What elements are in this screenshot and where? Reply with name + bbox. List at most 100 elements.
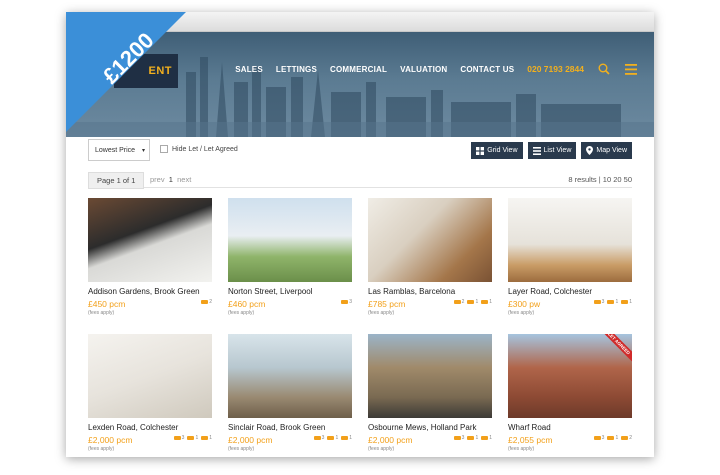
bed-count: 2: [453, 299, 464, 305]
grid-icon: [476, 146, 485, 155]
bed-icon: [593, 436, 601, 440]
site-logo[interactable]: ENT: [114, 54, 178, 88]
bed-count: 3: [313, 435, 324, 441]
listing-title[interactable]: Addison Gardens, Brook Green: [88, 287, 212, 296]
listing-photo[interactable]: [228, 198, 352, 282]
listing-card[interactable]: Lexden Road, Colchester £2,000 pcm (fees a…: [88, 334, 212, 456]
grid-view-label: Grid View: [487, 147, 518, 154]
page-nav: prev 1 next: [150, 175, 191, 184]
fees-note: (fees apply): [228, 310, 255, 316]
site-header: ENT SALES LETTINGS COMMERCIAL VALUATION …: [66, 32, 654, 137]
listing-title[interactable]: Lexden Road, Colchester: [88, 423, 212, 432]
listing-card[interactable]: LET AGREED Wharf Road £2,055 pcm (fees appl…: [508, 334, 632, 456]
bath-count: 1: [327, 435, 338, 441]
listing-title[interactable]: Las Ramblas, Barcelona: [368, 287, 492, 296]
bed-count: 3: [341, 299, 352, 305]
listing-title[interactable]: Norton Street, Liverpool: [228, 287, 352, 296]
listing-photo[interactable]: [88, 334, 212, 418]
prev-link[interactable]: prev: [150, 175, 165, 184]
bed-count: 3: [593, 435, 604, 441]
nav-sales[interactable]: SALES: [235, 65, 263, 74]
reception-icon: [621, 300, 629, 304]
next-link[interactable]: next: [177, 175, 191, 184]
reception-count: 1: [481, 435, 492, 441]
listing-photo[interactable]: [368, 334, 492, 418]
nav-lettings[interactable]: LETTINGS: [276, 65, 317, 74]
bed-icon: [341, 300, 349, 304]
search-icon[interactable]: [597, 62, 611, 76]
fees-note: (fees apply): [368, 310, 395, 316]
listings-grid: Addison Gardens, Brook Green £450 pcm (fee…: [88, 198, 634, 456]
bath-count: 1: [187, 435, 198, 441]
listing-photo[interactable]: [228, 334, 352, 418]
listing-card[interactable]: Norton Street, Liverpool £460 pcm (fees ap…: [228, 198, 352, 320]
reception-count: 1: [621, 299, 632, 305]
hide-let-checkbox[interactable]: Hide Let / Let Agreed: [160, 145, 238, 153]
map-pin-icon: [586, 146, 594, 155]
list-view-button[interactable]: List View: [527, 142, 577, 159]
listing-features: 311: [173, 435, 212, 441]
bed-count: 2: [201, 299, 212, 305]
list-icon: [532, 146, 541, 155]
fees-note: (fees apply): [88, 446, 115, 452]
filter-bar: Lowest Price ▾ Hide Let / Let Agreed Grid…: [88, 139, 632, 161]
reception-icon: [201, 436, 209, 440]
listing-title[interactable]: Layer Road, Colchester: [508, 287, 632, 296]
map-view-button[interactable]: Map View: [581, 142, 632, 159]
reception-icon: [481, 300, 489, 304]
let-agreed-badge: LET AGREED: [597, 334, 632, 366]
logo-text: ENT: [148, 65, 172, 77]
main-nav: SALES LETTINGS COMMERCIAL VALUATION CONT…: [235, 62, 638, 76]
reception-count: 1: [341, 435, 352, 441]
listing-title[interactable]: Wharf Road: [508, 423, 632, 432]
list-view-label: List View: [543, 147, 572, 154]
listing-features: 311: [313, 435, 352, 441]
page-info: Page 1 of 1: [88, 172, 145, 189]
menu-icon[interactable]: [624, 62, 638, 76]
nav-contact-us[interactable]: CONTACT US: [460, 65, 514, 74]
fees-note: (fees apply): [228, 446, 255, 452]
listing-card[interactable]: Addison Gardens, Brook Green £450 pcm (fee…: [88, 198, 212, 320]
fees-note: (fees apply): [88, 310, 115, 316]
results-text: 8 results: [568, 175, 597, 184]
bath-icon: [327, 436, 335, 440]
view-switcher: Grid View List View Map View: [471, 142, 632, 159]
listing-features: 3: [341, 299, 352, 305]
listing-card[interactable]: Sinclair Road, Brook Green £2,000 pcm (fee…: [228, 334, 352, 456]
listing-photo[interactable]: [88, 198, 212, 282]
reception-count: 1: [201, 435, 212, 441]
bed-icon: [173, 436, 181, 440]
fees-note: (fees apply): [508, 310, 535, 316]
listing-card[interactable]: Osbourne Mews, Holland Park £2,000 pcm (fe…: [368, 334, 492, 456]
sort-select[interactable]: Lowest Price ▾: [88, 139, 150, 161]
reception-count: 1: [481, 299, 492, 305]
listing-card[interactable]: Las Ramblas, Barcelona £785 pcm (fees appl…: [368, 198, 492, 320]
bed-icon: [201, 300, 209, 304]
bath-count: 1: [467, 299, 478, 305]
listing-title[interactable]: Sinclair Road, Brook Green: [228, 423, 352, 432]
bed-count: 3: [173, 435, 184, 441]
listing-features: 311: [453, 435, 492, 441]
listing-photo[interactable]: LET AGREED: [508, 334, 632, 418]
phone-number[interactable]: 020 7193 2844: [527, 64, 584, 74]
bath-count: 1: [467, 435, 478, 441]
per-page-options[interactable]: 10 20 50: [603, 175, 632, 184]
bed-icon: [313, 436, 321, 440]
fees-note: (fees apply): [368, 446, 395, 452]
bath-icon: [467, 436, 475, 440]
listing-photo[interactable]: [508, 198, 632, 282]
listing-photo[interactable]: [368, 198, 492, 282]
page-1-link[interactable]: 1: [169, 175, 173, 184]
listing-features: 211: [453, 299, 492, 305]
listing-card[interactable]: Layer Road, Colchester £300 pw (fees apply…: [508, 198, 632, 320]
grid-view-button[interactable]: Grid View: [471, 142, 523, 159]
listing-title[interactable]: Osbourne Mews, Holland Park: [368, 423, 492, 432]
bed-icon: [453, 436, 461, 440]
bed-icon: [593, 300, 601, 304]
bed-count: 3: [453, 435, 464, 441]
listing-price: £460 pcm: [228, 299, 266, 309]
map-view-label: Map View: [596, 147, 627, 154]
checkbox-box[interactable]: [160, 145, 168, 153]
nav-valuation[interactable]: VALUATION: [400, 65, 447, 74]
nav-commercial[interactable]: COMMERCIAL: [330, 65, 387, 74]
